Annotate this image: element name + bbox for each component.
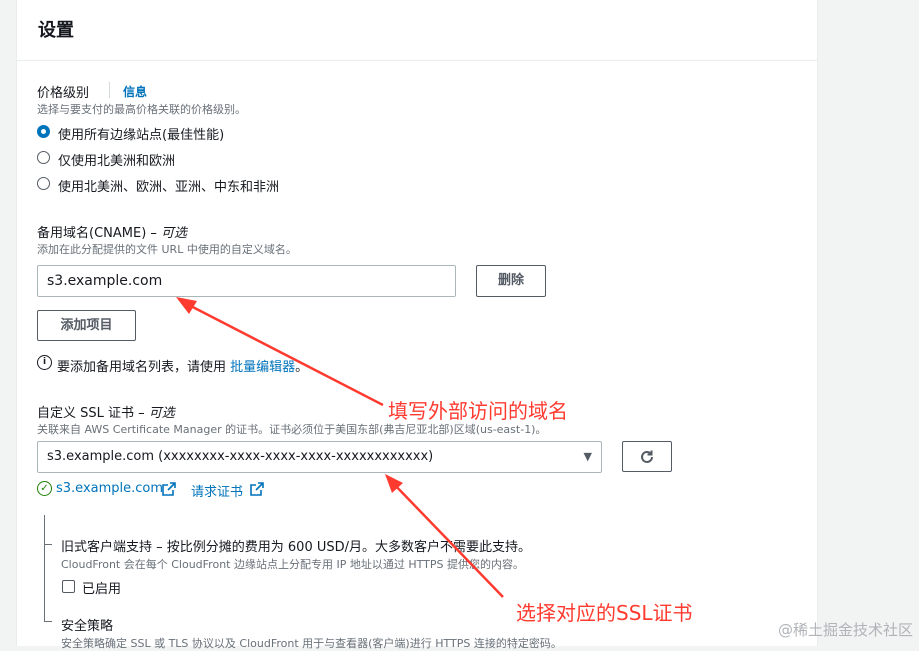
watermark: @稀土掘金技术社区 bbox=[777, 621, 913, 639]
annotation-domain-note: 填写外部访问的域名 bbox=[388, 399, 568, 423]
arrow-line-ssl bbox=[390, 480, 504, 598]
annotation-ssl-note: 选择对应的SSL证书 bbox=[516, 601, 693, 625]
arrow-head-domain bbox=[176, 297, 197, 314]
annotation-arrows bbox=[176, 297, 504, 598]
arrow-line-domain bbox=[182, 300, 384, 407]
